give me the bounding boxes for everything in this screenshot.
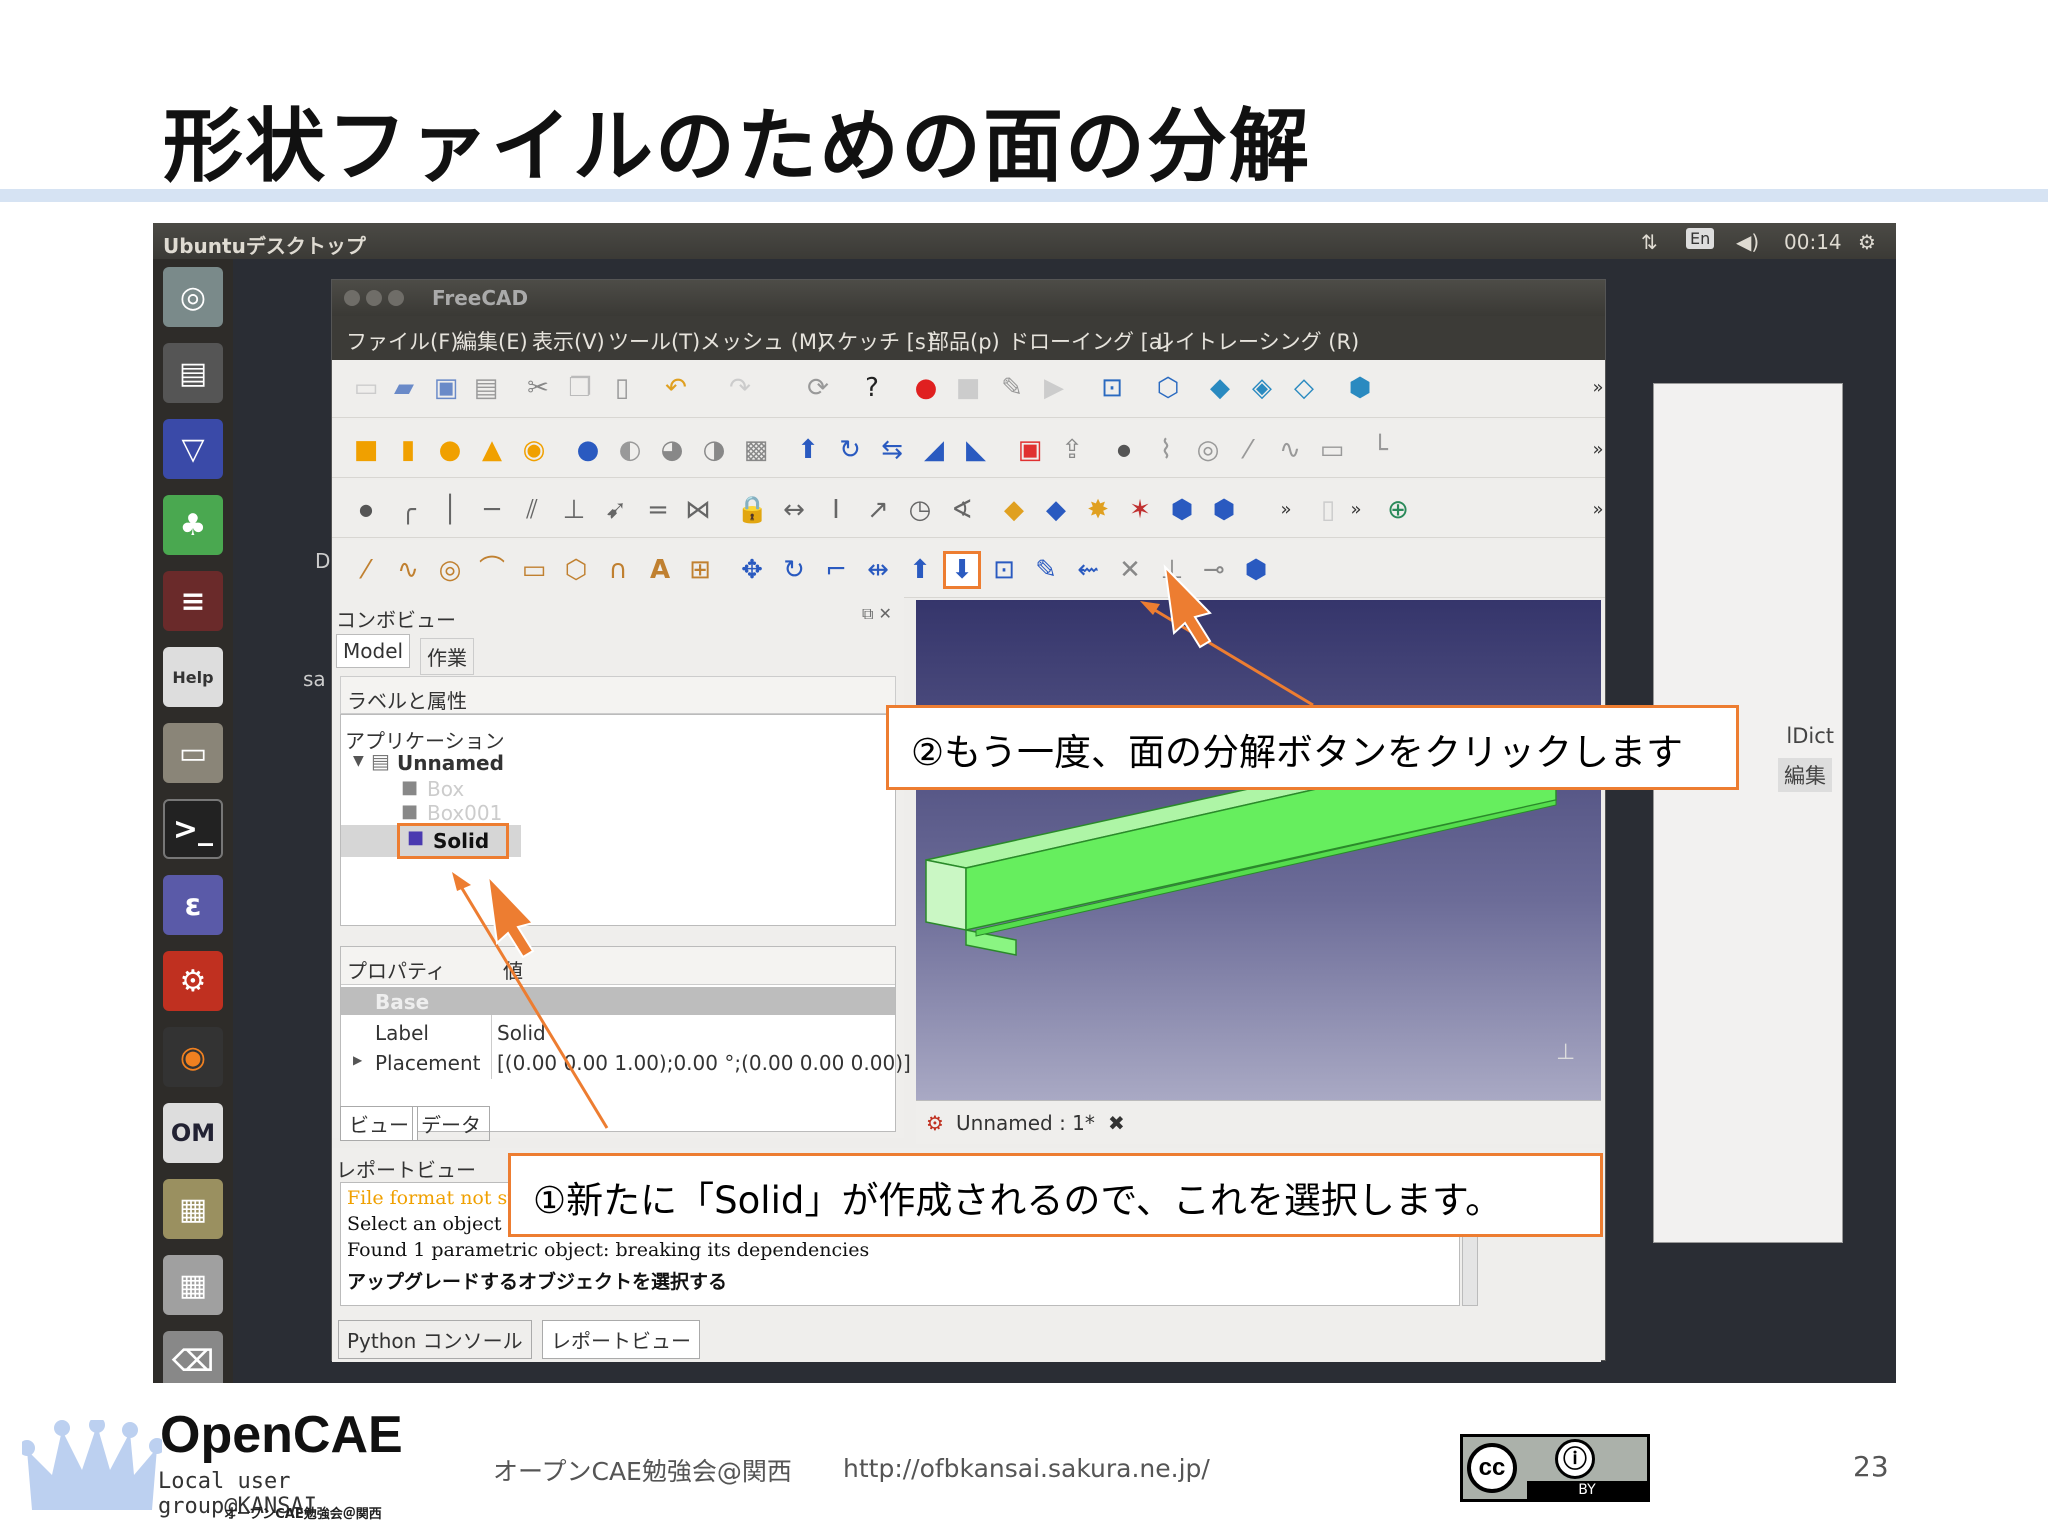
- cc-icon: cc: [1467, 1443, 1517, 1493]
- annotation-arrows: [452, 564, 1314, 1129]
- cc-by-license-badge[interactable]: cc ⓘ BY: [1460, 1434, 1650, 1502]
- slide-title: 形状ファイルのための面の分解: [163, 100, 1311, 193]
- opencae-logo: OpenCAE Local user group@KANSAI オープンCAE勉…: [22, 1405, 462, 1530]
- page-number: 23: [1853, 1450, 1889, 1483]
- footer-url[interactable]: http://ofbkansai.sakura.ne.jp/: [843, 1454, 1210, 1483]
- screenshot: Ubuntuデスクトップ ⇅ En ◀) 00:14 ⚙ ◎ ▤ ▽ ♣ ≡ H…: [153, 223, 1896, 1383]
- by-label: BY: [1527, 1481, 1647, 1499]
- footer-study-group: オープンCAE勉強会@関西: [493, 1457, 792, 1486]
- logo-text: OpenCAE: [160, 1406, 403, 1464]
- title-underline: [0, 189, 2048, 202]
- by-person-icon: ⓘ: [1555, 1439, 1595, 1479]
- crown-icon: [22, 1420, 162, 1510]
- logo-subtitle-jp: オープンCAE勉強会＠関西: [224, 1507, 382, 1522]
